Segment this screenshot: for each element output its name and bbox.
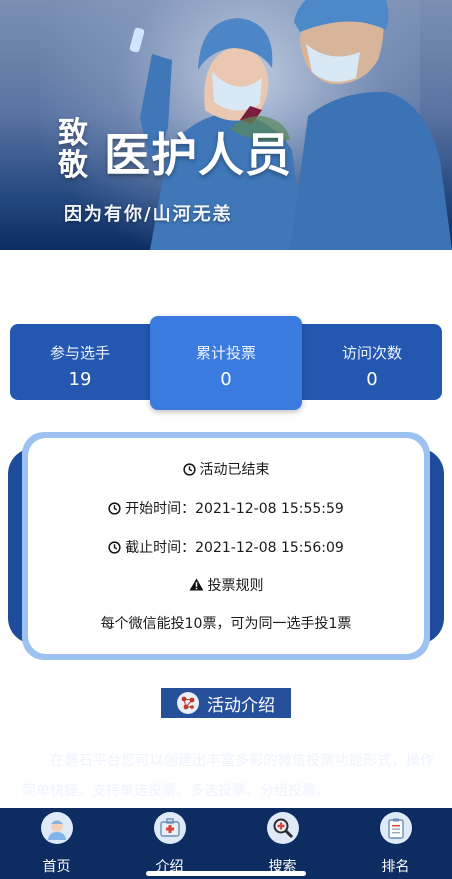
start-time-value: 2021-12-08 15:55:59 xyxy=(195,501,344,517)
stat-total-votes: 累计投票 0 xyxy=(150,316,302,410)
stat-visits: 访问次数 0 xyxy=(302,324,442,400)
clock-icon xyxy=(108,541,121,554)
doctor-icon xyxy=(40,812,73,844)
tab-ranking[interactable]: 排名 xyxy=(339,808,452,879)
stat-value: 0 xyxy=(220,369,232,390)
tab-intro[interactable]: 介绍 xyxy=(113,808,226,879)
stat-participants: 参与选手 19 xyxy=(10,324,150,400)
intro-title: 活动介绍 xyxy=(207,695,275,716)
page: 致敬 医护人员 因为有你/山河无恙 医生主题演示 参与选手 19 累计投票 0 … xyxy=(0,0,452,879)
start-time-row: 开始时间：2021-12-08 15:55:59 xyxy=(22,498,430,518)
tab-home[interactable]: 首页 xyxy=(0,808,113,879)
stat-label: 参与选手 xyxy=(49,344,110,362)
clipboard-icon xyxy=(379,812,412,844)
banner-subtitle: 因为有你/山河无恙 xyxy=(64,204,233,225)
rules-text: 每个微信能投10票，可为同一选手投1票 xyxy=(100,616,352,632)
intro-badge xyxy=(177,692,199,714)
hero-banner: 致敬 医护人员 因为有你/山河无恙 xyxy=(0,0,452,250)
collapse-chevron-icon[interactable] xyxy=(312,694,326,710)
stat-label: 累计投票 xyxy=(195,344,256,362)
end-time-value: 2021-12-08 15:56:09 xyxy=(195,540,344,556)
stats-bar: 参与选手 19 累计投票 0 访问次数 0 xyxy=(10,316,442,410)
warning-icon xyxy=(189,578,203,591)
stat-value: 0 xyxy=(366,369,378,390)
tab-search[interactable]: 搜索 xyxy=(226,808,339,879)
rules-title-row: 投票规则 xyxy=(22,575,430,595)
end-time-label: 截止时间： xyxy=(125,540,196,556)
intro-section-header[interactable]: 活动介绍 xyxy=(161,688,291,718)
status-text: 活动已结束 xyxy=(199,462,270,478)
magnifier-icon xyxy=(266,812,299,844)
banner-title-large: 医护人员 xyxy=(104,128,292,182)
clock-icon xyxy=(182,463,196,476)
home-indicator xyxy=(146,871,306,876)
rules-title: 投票规则 xyxy=(207,578,264,594)
activity-status: 活动已结束 xyxy=(22,459,430,479)
intro-text: 在磐石平台您可以创建出丰富多彩的微信投票功能形式，操作简单快捷。支持单选投票、多… xyxy=(22,753,434,799)
page-title: 医生主题演示 xyxy=(168,270,283,292)
bottom-tab-bar: 首页 介绍 搜索 排名 xyxy=(0,808,452,879)
end-time-row: 截止时间：2021-12-08 15:56:09 xyxy=(22,537,430,557)
tab-label: 排名 xyxy=(381,859,410,875)
tab-label: 首页 xyxy=(42,859,71,875)
stat-value: 19 xyxy=(68,369,92,390)
start-time-label: 开始时间： xyxy=(125,501,196,517)
molecule-icon xyxy=(181,696,195,710)
clock-icon xyxy=(108,502,121,515)
banner-title-small: 致敬 xyxy=(58,116,88,183)
medical-kit-icon xyxy=(153,812,186,844)
stat-label: 访问次数 xyxy=(341,344,402,362)
